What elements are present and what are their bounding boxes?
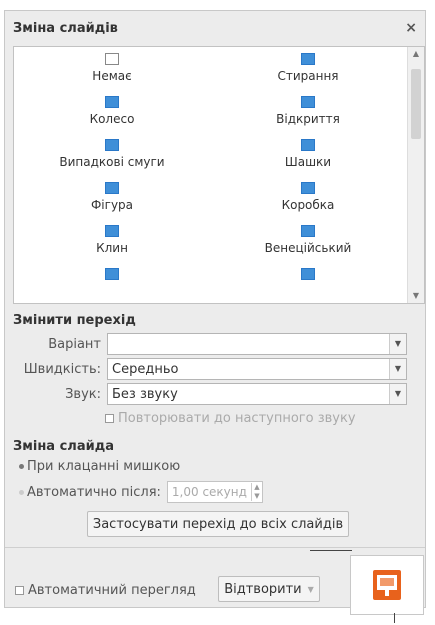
transition-label: Стирання bbox=[277, 69, 339, 83]
auto-advance-value: 1,00 секунд bbox=[171, 485, 247, 499]
chevron-down-icon: ▼ bbox=[307, 584, 314, 594]
transition-label: Шашки bbox=[284, 155, 332, 169]
transition-item[interactable]: Стирання bbox=[210, 47, 406, 90]
uncover-transition-icon bbox=[301, 96, 315, 108]
auto-preview-label: Автоматичний перегляд bbox=[28, 583, 196, 598]
auto-preview-checkbox[interactable]: Автоматичний перегляд bbox=[15, 583, 196, 598]
auto-advance-label: Автоматично після: bbox=[27, 484, 161, 500]
slide-transition-app-icon[interactable] bbox=[372, 569, 402, 601]
transition-item[interactable]: Фігура bbox=[14, 176, 210, 219]
wheel-transition-icon bbox=[105, 96, 119, 108]
transition-label: Клин bbox=[96, 241, 128, 255]
transitions-list[interactable]: Немає Стирання Колесо Відкриття Випадкові см… bbox=[13, 46, 425, 304]
scroll-down-icon[interactable]: ▼ bbox=[408, 289, 424, 303]
transition-item[interactable]: Шашки bbox=[210, 133, 406, 176]
modify-transition-heading: Змінити перехід bbox=[13, 313, 136, 328]
scroll-up-icon[interactable]: ▲ bbox=[408, 47, 424, 61]
transition-item[interactable]: Колесо bbox=[14, 90, 210, 133]
chevron-down-icon[interactable]: ▼ bbox=[389, 334, 406, 354]
variant-select[interactable]: ▼ bbox=[107, 333, 407, 355]
auto-advance-spinner[interactable]: 1,00 секунд ▲ ▼ bbox=[166, 481, 263, 503]
transition-item[interactable]: Відкриття bbox=[210, 90, 406, 133]
on-click-radio[interactable]: При клацанні мишкою bbox=[19, 459, 180, 474]
transition-label: Немає bbox=[92, 69, 132, 83]
venetian-transition-icon bbox=[301, 225, 315, 237]
transition-item[interactable]: Клин bbox=[14, 219, 210, 262]
more-2-transition-icon bbox=[301, 268, 315, 280]
transition-label: Венеційський bbox=[264, 241, 352, 255]
box-transition-icon bbox=[301, 182, 315, 194]
chevron-down-icon[interactable]: ▼ bbox=[389, 359, 406, 379]
transitions-scrollbar[interactable]: ▲ ▼ bbox=[407, 47, 424, 303]
wipe-transition-icon bbox=[301, 53, 315, 65]
auto-advance-radio[interactable]: Автоматично після: 1,00 секунд ▲ ▼ bbox=[19, 481, 263, 503]
shape-transition-icon bbox=[105, 182, 119, 194]
transition-item[interactable] bbox=[210, 262, 406, 303]
apply-to-all-button[interactable]: Застосувати перехід до всіх слайдів bbox=[87, 511, 349, 537]
transitions-grid: Немає Стирання Колесо Відкриття Випадкові см… bbox=[14, 47, 406, 303]
checkers-transition-icon bbox=[301, 139, 315, 151]
sound-select[interactable]: Без звуку ▼ bbox=[107, 383, 407, 405]
random-bars-transition-icon bbox=[105, 139, 119, 151]
advance-slide-heading: Зміна слайда bbox=[13, 439, 114, 454]
close-icon[interactable]: × bbox=[405, 20, 417, 36]
speed-value: Середньо bbox=[112, 361, 179, 377]
auto-preview-checkbox-box[interactable] bbox=[15, 586, 24, 595]
variant-label: Варіант bbox=[48, 336, 101, 352]
transition-item[interactable]: Венеційський bbox=[210, 219, 406, 262]
chevron-down-icon[interactable]: ▼ bbox=[389, 384, 406, 404]
wedge-transition-icon bbox=[105, 225, 119, 237]
panel-titlebar: Зміна слайдів × bbox=[5, 11, 425, 45]
transition-item[interactable]: Немає bbox=[14, 47, 210, 90]
sound-label: Звук: bbox=[65, 386, 101, 402]
sound-value: Без звуку bbox=[112, 386, 178, 402]
loop-sound-label: Повторювати до наступного звуку bbox=[118, 411, 356, 426]
more-1-transition-icon bbox=[105, 268, 119, 280]
transition-label: Коробка bbox=[281, 198, 335, 212]
radio-selected-icon[interactable] bbox=[19, 464, 24, 469]
panel-title: Зміна слайдів bbox=[13, 20, 118, 36]
play-label: Відтворити bbox=[224, 581, 302, 597]
loop-sound-checkbox-box[interactable] bbox=[105, 414, 114, 423]
speed-row: Швидкість: Середньо ▼ bbox=[5, 358, 407, 380]
speed-select[interactable]: Середньо ▼ bbox=[107, 358, 407, 380]
transition-item[interactable]: Випадкові смуги bbox=[14, 133, 210, 176]
transition-label: Випадкові смуги bbox=[59, 155, 165, 169]
radio-unselected-icon[interactable] bbox=[19, 489, 24, 495]
transition-label: Відкриття bbox=[276, 112, 340, 126]
spinner-arrows-icon[interactable]: ▲ ▼ bbox=[250, 483, 262, 501]
empty-transition-icon bbox=[105, 53, 119, 65]
scroll-thumb[interactable] bbox=[411, 69, 421, 139]
sound-row: Звук: Без звуку ▼ bbox=[5, 383, 407, 405]
transition-item[interactable]: Коробка bbox=[210, 176, 406, 219]
callout-line bbox=[310, 550, 352, 551]
transition-label: Фігура bbox=[90, 198, 134, 212]
play-button[interactable]: Відтворити ▼ bbox=[218, 576, 320, 602]
bottom-divider bbox=[5, 547, 425, 548]
loop-sound-checkbox[interactable]: Повторювати до наступного звуку bbox=[105, 411, 356, 426]
slide-transition-panel: Зміна слайдів × Немає Стирання Колесо Відкр… bbox=[4, 10, 426, 608]
callout-line-down bbox=[394, 613, 395, 623]
sidebar-transition-tab[interactable] bbox=[350, 555, 424, 615]
on-click-label: При клацанні мишкою bbox=[27, 459, 181, 474]
speed-label: Швидкість: bbox=[23, 361, 101, 377]
transition-item[interactable] bbox=[14, 262, 210, 303]
variant-row: Варіант ▼ bbox=[5, 333, 407, 355]
transition-label: Колесо bbox=[89, 112, 135, 126]
